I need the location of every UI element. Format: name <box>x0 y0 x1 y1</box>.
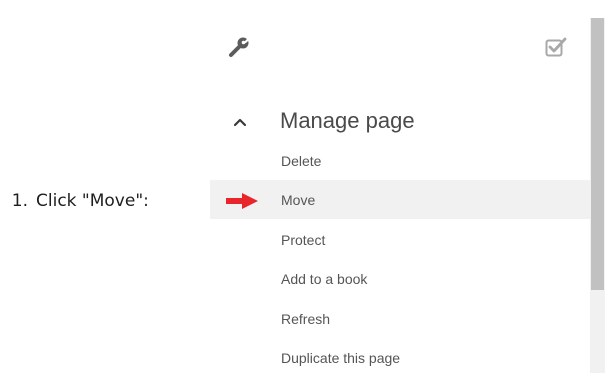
pointer-arrow-icon <box>226 193 258 209</box>
wrench-icon[interactable] <box>228 36 250 58</box>
menu-item-duplicate[interactable]: Duplicate this page <box>210 338 590 373</box>
menu-item-label: Protect <box>281 231 326 248</box>
menu-item-label: Move <box>281 191 316 208</box>
instruction-label: Click "Move": <box>36 191 149 211</box>
menu-item-label: Add to a book <box>281 270 368 287</box>
checkbox-icon[interactable] <box>545 36 567 58</box>
instruction-number: 1. <box>11 191 28 211</box>
instruction-text: 1. Click "Move": <box>0 188 212 214</box>
menu-item-add-to-book[interactable]: Add to a book <box>210 259 590 298</box>
menu-item-delete[interactable]: Delete <box>210 141 590 180</box>
manage-page-header[interactable]: Manage page <box>210 104 590 140</box>
section-title: Manage page <box>280 108 415 133</box>
menu-item-label: Refresh <box>281 310 331 327</box>
menu-item-label: Duplicate this page <box>281 349 401 366</box>
chevron-up-icon[interactable] <box>231 113 249 131</box>
menu-item-refresh[interactable]: Refresh <box>210 299 590 338</box>
scrollbar-thumb[interactable] <box>591 18 604 290</box>
menu-item-label: Delete <box>281 152 322 169</box>
menu-item-move[interactable]: Move <box>210 180 590 219</box>
menu-item-protect[interactable]: Protect <box>210 220 590 259</box>
